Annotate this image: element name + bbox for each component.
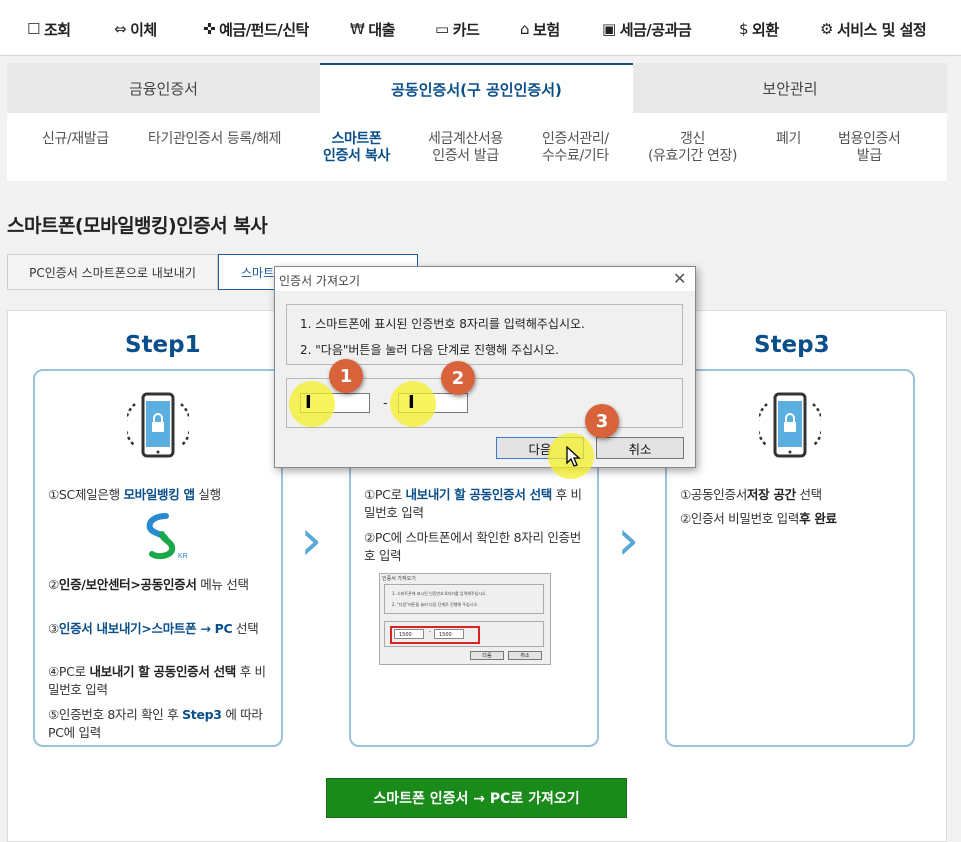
mini-cancel-button: 취소 <box>508 651 542 660</box>
card-icon: ▭ <box>435 20 449 38</box>
tab-joint-cert[interactable]: 공동인증서(구 공인인증서) <box>320 63 633 113</box>
nav-tax[interactable]: ▣ 세금/공과금 <box>602 18 692 40</box>
dialog-example-thumbnail: 인증서 가져오기 1. 스마트폰에 표시된 인증번호 8자리를 입력해주십시오.… <box>379 573 551 665</box>
mouse-pointer-icon <box>566 446 581 467</box>
submenu-revoke[interactable]: 폐기 <box>776 131 801 148</box>
step3-title: Step3 <box>754 332 830 358</box>
tab-financial-cert[interactable]: 금융인증서 <box>7 63 320 113</box>
nav-label: 카드 <box>452 20 480 39</box>
mini-dash: - <box>429 629 431 635</box>
chevron-right-icon: › <box>617 508 640 573</box>
sc-bank-logo-icon: KR <box>146 513 188 560</box>
receipt-icon: ☐ <box>27 20 40 38</box>
code-separator: - <box>383 396 388 411</box>
page-title: 스마트폰(모바일뱅킹)인증서 복사 <box>7 215 268 237</box>
smartphone-lock-icon <box>759 392 821 458</box>
dialog-cancel-button[interactable]: 취소 <box>596 437 684 459</box>
text-cursor-icon: I <box>408 392 415 413</box>
mini-dialog-title: 인증서 가져오기 <box>382 576 416 582</box>
subtab-pc-to-phone[interactable]: PC인증서 스마트폰으로 내보내기 <box>7 254 218 290</box>
tab-security[interactable]: 보안관리 <box>633 63 947 113</box>
nav-label: 조회 <box>43 20 71 39</box>
step1-item-4: ④PC로 내보내기 할 공동인증서 선택 후 비밀번호 입력 <box>48 664 266 697</box>
nav-deposit-fund-trust[interactable]: ✜ 예금/펀드/신탁 <box>203 18 309 40</box>
dialog-instruction-2: 2. "다음"버튼을 눌러 다음 단계로 진행해 주십시오. <box>300 343 559 357</box>
transfer-arrows-icon: ⇔ <box>114 20 127 38</box>
mini-input-2: 1500 <box>434 629 464 639</box>
nav-transfer[interactable]: ⇔ 이체 <box>114 18 157 40</box>
step2-item-1: ①PC로 내보내기 할 공동인증서 선택 후 비밀번호 입력 <box>364 487 582 520</box>
import-cert-button[interactable]: 스마트폰 인증서 → PC로 가져오기 <box>326 778 627 818</box>
mini-next-button: 다음 <box>470 651 504 660</box>
svg-text:KR: KR <box>178 553 188 560</box>
top-navigation: ☐ 조회 ⇔ 이체 ✜ 예금/펀드/신탁 ₩ 대출 ▭ 카드 ⌂ 보험 ▣ 세금/공과금 $ 외… <box>0 0 961 56</box>
house-icon: ⌂ <box>520 20 530 38</box>
dialog-instruction-1: 1. 스마트폰에 표시된 인증번호 8자리를 입력해주십시오. <box>300 317 585 331</box>
close-icon[interactable]: ✕ <box>673 269 686 288</box>
deposit-icon: ✜ <box>203 20 216 38</box>
step3-item-2: ②인증서 비밀번호 입력후 완료 <box>680 511 837 526</box>
submenu-smartphone-copy[interactable]: 스마트폰 인증서 복사 <box>323 131 390 165</box>
step1-item-1: ①SC제일은행 모바일뱅킹 앱 실행 <box>48 487 221 502</box>
gear-icon: ⚙ <box>820 20 833 38</box>
step1-item-3: ③인증서 내보내기>스마트폰 → PC 선택 <box>48 621 259 636</box>
submenu-renew[interactable]: 갱신 (유효기간 연장) <box>648 131 737 165</box>
highlight-input-1 <box>289 381 335 427</box>
tax-doc-icon: ▣ <box>602 20 616 38</box>
nav-label: 세금/공과금 <box>619 20 692 39</box>
step1-item-5: ⑤인증번호 8자리 확인 후 Step3 에 따라 PC에 입력 <box>48 707 263 740</box>
dollar-icon: $ <box>739 20 749 38</box>
submenu-other-institution[interactable]: 타기관인증서 등록/해제 <box>148 131 282 148</box>
dialog-title: 인증서 가져오기 <box>279 274 361 288</box>
nav-label: 이체 <box>130 20 157 39</box>
step-badge-3: 3 <box>585 404 619 438</box>
nav-service-settings[interactable]: ⚙ 서비스 및 설정 <box>820 18 927 40</box>
mini-dialog-line2: 2. "다음"버튼을 눌러 다음 단계로 진행해 주십시오. <box>392 602 479 607</box>
nav-forex[interactable]: $ 외환 <box>739 18 779 40</box>
nav-label: 예금/펀드/신탁 <box>219 20 309 39</box>
mini-input-1: 1500 <box>394 629 424 639</box>
won-bag-icon: ₩ <box>350 20 365 38</box>
mini-dialog-line1: 1. 스마트폰에 표시된 인증번호 8자리를 입력해주십시오. <box>392 591 487 596</box>
nav-label: 대출 <box>368 20 395 39</box>
step1-title: Step1 <box>125 332 201 358</box>
step-badge-1: 1 <box>329 359 363 393</box>
submenu-cert-management[interactable]: 인증서관리/ 수수료/기타 <box>542 131 609 165</box>
nav-card[interactable]: ▭ 카드 <box>435 18 480 40</box>
nav-label: 외환 <box>752 20 779 39</box>
submenu-new-reissue[interactable]: 신규/재발급 <box>42 131 109 148</box>
chevron-right-icon: › <box>300 508 323 573</box>
nav-inquiry[interactable]: ☐ 조회 <box>27 18 71 40</box>
text-cursor-icon: I <box>305 392 312 413</box>
step1-item-2: ②인증/보안센터>공동인증서 메뉴 선택 <box>48 577 249 592</box>
nav-insurance[interactable]: ⌂ 보험 <box>520 18 560 40</box>
submenu-general-cert[interactable]: 범용인증서 발급 <box>838 131 901 165</box>
submenu-tax-invoice-cert[interactable]: 세금계산서용 인증서 발급 <box>428 131 503 165</box>
step2-item-2: ②PC에 스마트폰에서 확인한 8자리 인증번호 입력 <box>364 530 581 563</box>
smartphone-lock-icon <box>127 392 189 458</box>
nav-label: 서비스 및 설정 <box>836 20 927 39</box>
step-badge-2: 2 <box>441 361 475 395</box>
step3-item-1: ①공동인증서저장 공간 선택 <box>680 487 822 502</box>
nav-label: 보험 <box>533 20 560 39</box>
nav-loan[interactable]: ₩ 대출 <box>350 18 395 40</box>
